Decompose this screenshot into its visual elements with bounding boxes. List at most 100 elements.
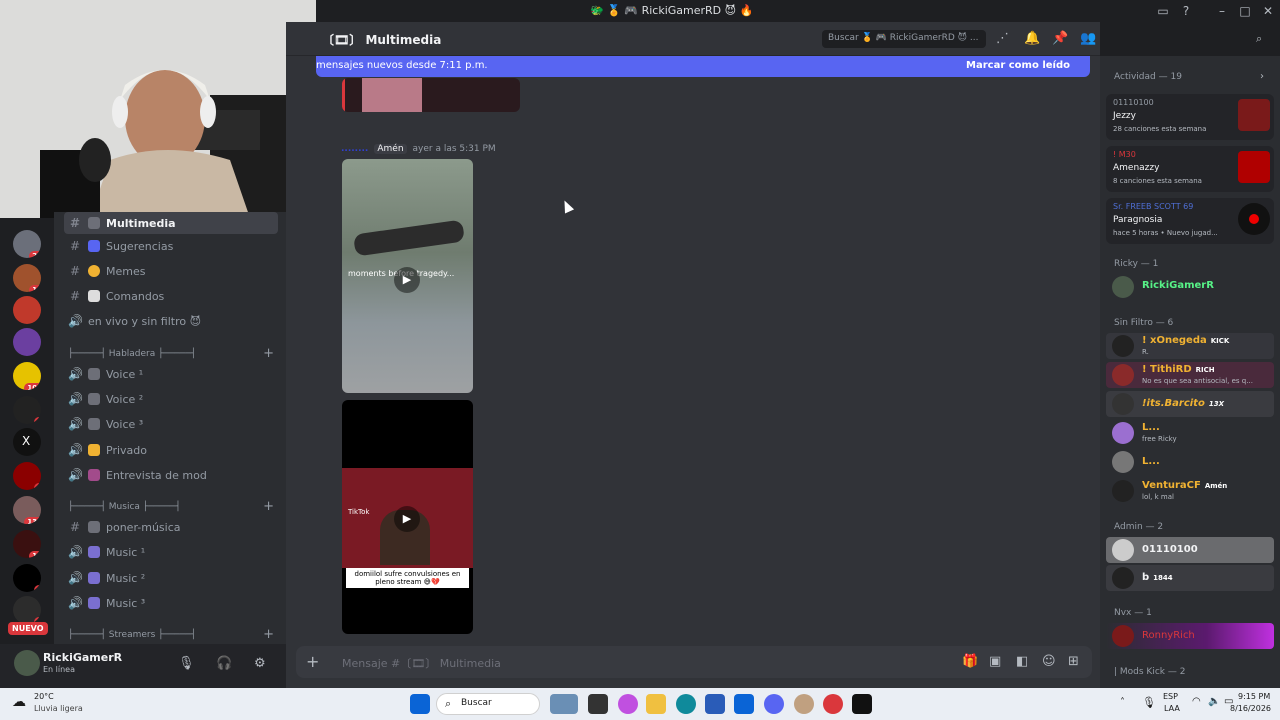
channel-emoji-icon	[88, 290, 100, 302]
previous-media-attachment[interactable]	[342, 78, 520, 112]
maximize-icon[interactable]: □	[1237, 3, 1253, 19]
server-icon[interactable]: 20	[13, 230, 41, 258]
category-streamers[interactable]: ├─────┤ Streamers ├─────┤ +	[68, 627, 278, 642]
activity-card[interactable]: Sr. FREEB SCOTT 69 Paragnosia hace 5 hor…	[1106, 198, 1274, 244]
channel-poner-musica[interactable]: # poner-música	[64, 516, 278, 538]
clock-time[interactable]: 9:15 PM	[1238, 692, 1270, 701]
voice-channel-music[interactable]: 🔊 Music ²	[64, 567, 278, 589]
chevron-right-icon[interactable]: ›	[1260, 71, 1264, 82]
inbox-icon[interactable]: ▭	[1155, 3, 1171, 19]
user-name[interactable]: RickiGamerR	[43, 651, 122, 664]
server-icon[interactable]: X	[13, 428, 41, 456]
bell-icon[interactable]: 🔔	[1024, 31, 1040, 46]
category-label: ├─────┤ Musica ├─────┤	[68, 502, 181, 512]
category-musica[interactable]: ├─────┤ Musica ├─────┤ +	[68, 499, 278, 514]
sticker-icon[interactable]: ◧	[1016, 654, 1028, 669]
discord-icon[interactable]	[764, 694, 784, 714]
activity-card[interactable]: 01110100 Jezzy 28 canciones esta semana	[1106, 94, 1274, 140]
threads-icon[interactable]: ⋰	[996, 31, 1009, 46]
new-messages-bar[interactable]: mensajes nuevos desde 7:11 p.m. Marcar c…	[316, 56, 1090, 77]
avatar[interactable]	[14, 650, 40, 676]
server-icon[interactable]: 2	[13, 462, 41, 490]
play-icon[interactable]: ▶	[394, 267, 420, 293]
voice-channel[interactable]: 🔊 Voice ³	[64, 413, 278, 435]
add-channel-icon[interactable]: +	[263, 627, 274, 642]
weather-temp[interactable]: 20°C	[34, 692, 54, 701]
play-icon[interactable]: ▶	[394, 506, 420, 532]
channel-memes[interactable]: # Memes	[64, 260, 278, 282]
tiktok-icon[interactable]	[852, 694, 872, 714]
server-icon[interactable]: 12	[13, 264, 41, 292]
member-row[interactable]: ! xOnegeda KICK R.	[1106, 333, 1274, 359]
speaker-icon: 🔊	[68, 545, 83, 559]
outlook-icon[interactable]	[734, 694, 754, 714]
member-row[interactable]: RonnyRich	[1106, 623, 1274, 649]
voice-channel[interactable]: 🔊 Voice ¹	[64, 363, 278, 385]
chevron-up-icon[interactable]: ˄	[1120, 697, 1125, 708]
channel-comandos[interactable]: # Comandos	[64, 285, 278, 307]
voice-channel-music[interactable]: 🔊 Music ¹	[64, 541, 278, 563]
file-explorer-icon[interactable]	[646, 694, 666, 714]
language-indicator[interactable]: ESP	[1163, 692, 1178, 701]
server-icon[interactable]: 109	[13, 362, 41, 390]
member-row[interactable]: 01110100	[1106, 537, 1274, 563]
edge-icon[interactable]	[676, 694, 696, 714]
voice-channel-privado[interactable]: 🔊 Privado	[64, 439, 278, 461]
widgets-icon[interactable]	[550, 694, 578, 714]
windows-start-icon[interactable]	[410, 694, 430, 714]
server-icon[interactable]: 13	[13, 530, 41, 558]
voice-channel-entrevista[interactable]: 🔊 Entrevista de mod	[64, 464, 278, 486]
minimize-icon[interactable]: –	[1214, 3, 1230, 19]
mark-as-read-button[interactable]: Marcar como leído	[966, 60, 1070, 71]
voice-channel-music[interactable]: 🔊 Music ³	[64, 592, 278, 614]
server-icon[interactable]	[13, 296, 41, 324]
copilot-icon[interactable]	[618, 694, 638, 714]
member-row[interactable]: VenturaCF Amén lol, k mal	[1106, 478, 1274, 504]
video-attachment[interactable]: TikTok ▶ domiilol sufre convulsiones en …	[342, 400, 473, 634]
emoji-icon[interactable]: ☺	[1042, 654, 1056, 669]
member-row[interactable]: L...	[1106, 449, 1274, 475]
member-row[interactable]: ! TithiRD RICH No es que sea antisocial, …	[1106, 362, 1274, 388]
task-view-icon[interactable]	[588, 694, 608, 714]
microphone-icon[interactable]: 🎙	[178, 656, 195, 671]
category-habladera[interactable]: ├─────┤ Habladera ├─────┤ +	[68, 346, 278, 361]
message-author[interactable]: ........	[341, 144, 368, 154]
apps-icon[interactable]: ⊞	[1068, 654, 1079, 669]
voice-channel[interactable]: 🔊 Voice ²	[64, 388, 278, 410]
member-row[interactable]: L... free Ricky	[1106, 420, 1274, 446]
headphones-icon[interactable]: 🎧	[216, 656, 232, 671]
server-icon[interactable]: 9	[13, 396, 41, 424]
server-icon[interactable]: 134	[13, 496, 41, 524]
speaker-icon[interactable]: 🔈	[1208, 696, 1220, 707]
activity-card[interactable]: ! M30 Amenazzy 8 canciones esta semana	[1106, 146, 1274, 192]
add-channel-icon[interactable]: +	[263, 499, 274, 514]
channel-sugerencias[interactable]: # Sugerencias	[64, 235, 278, 257]
server-icon[interactable]: 3	[13, 596, 41, 624]
message-composer[interactable]: + Mensaje #〔🎞〕 Multimedia 🎁 ▣ ◧ ☺ ⊞	[296, 646, 1092, 678]
member-row[interactable]: !its.Barcito 13X	[1106, 391, 1274, 417]
member-row[interactable]: RickiGamerR	[1106, 274, 1274, 300]
channel-multimedia[interactable]: # Multimedia	[64, 212, 278, 234]
gif-icon[interactable]: ▣	[989, 654, 1001, 669]
members-list-icon[interactable]: 👥	[1080, 31, 1096, 46]
close-icon[interactable]: ✕	[1260, 3, 1276, 19]
gift-icon[interactable]: 🎁	[962, 654, 978, 669]
video-attachment[interactable]: moments before tragedy... ▶	[342, 159, 473, 393]
server-icon[interactable]	[13, 328, 41, 356]
add-attachment-icon[interactable]: +	[306, 652, 319, 671]
channel-en-vivo[interactable]: 🔊 en vivo y sin filtro 😈	[64, 310, 278, 332]
store-icon[interactable]	[705, 694, 725, 714]
search-input[interactable]: Buscar 🏅 🎮 RickiGamerRD 😈 ...	[822, 30, 986, 48]
taskbar-search[interactable]: ⌕ Buscar	[436, 693, 540, 715]
app-icon[interactable]	[794, 694, 814, 714]
new-servers-badge[interactable]: NUEVO	[8, 622, 48, 635]
member-row[interactable]: b 1844	[1106, 565, 1274, 591]
server-icon[interactable]: 8	[13, 564, 41, 592]
wifi-icon[interactable]: ◠	[1192, 696, 1201, 707]
pin-icon[interactable]: 📌	[1052, 31, 1068, 46]
app-icon[interactable]	[823, 694, 843, 714]
help-icon[interactable]: ?	[1178, 3, 1194, 19]
add-channel-icon[interactable]: +	[263, 346, 274, 361]
microphone-icon[interactable]: 🎙	[1142, 696, 1156, 709]
settings-gear-icon[interactable]: ⚙	[254, 656, 266, 671]
